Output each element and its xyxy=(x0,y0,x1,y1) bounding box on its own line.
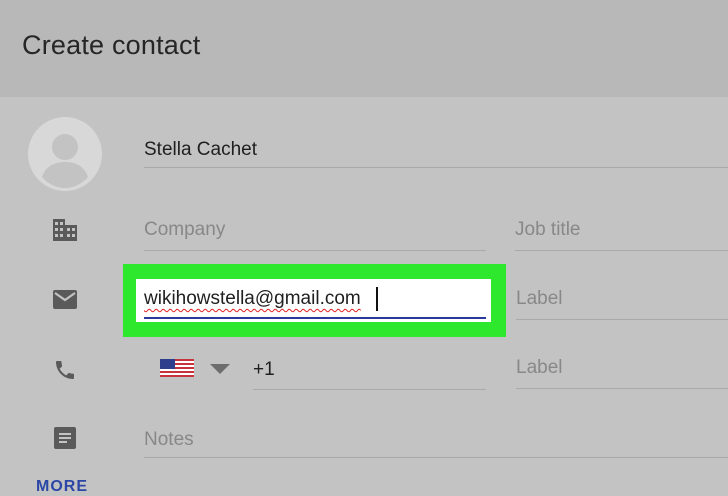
us-flag-icon xyxy=(160,359,194,382)
company-placeholder: Company xyxy=(144,219,226,240)
chevron-down-icon[interactable] xyxy=(210,363,230,381)
phone-label-underline xyxy=(516,388,728,389)
page-title: Create contact xyxy=(22,30,201,60)
email-label-placeholder: Label xyxy=(516,288,563,309)
phone-label-field[interactable]: Label xyxy=(516,355,728,389)
phone-icon xyxy=(53,358,77,387)
avatar-icon[interactable] xyxy=(28,117,102,191)
phone-field[interactable]: +1 xyxy=(253,356,486,390)
name-value: Stella Cachet xyxy=(144,139,258,160)
job-title-placeholder: Job title xyxy=(515,219,581,240)
country-selector[interactable] xyxy=(160,357,232,381)
job-title-field[interactable]: Job title xyxy=(515,217,728,251)
phone-underline xyxy=(253,389,486,390)
more-link[interactable]: MORE xyxy=(36,478,88,496)
text-cursor xyxy=(376,287,378,311)
company-underline xyxy=(144,250,486,251)
notes-underline xyxy=(144,457,728,458)
email-value: wikihowstella@gmail.com xyxy=(144,288,361,309)
email-label-field[interactable]: Label xyxy=(516,286,728,320)
notes-icon xyxy=(54,427,76,454)
building-icon xyxy=(53,219,77,246)
notes-placeholder: Notes xyxy=(144,429,194,450)
email-label-underline xyxy=(516,319,728,320)
email-focus-underline xyxy=(144,317,486,319)
notes-field[interactable]: Notes xyxy=(144,427,728,459)
phone-label-placeholder: Label xyxy=(516,357,563,378)
company-field[interactable]: Company xyxy=(144,217,486,251)
name-field[interactable]: Stella Cachet xyxy=(144,136,728,170)
job-title-underline xyxy=(515,250,728,251)
email-field[interactable]: wikihowstella@gmail.com xyxy=(136,279,491,322)
email-icon xyxy=(53,290,77,314)
header-bar: Create contact xyxy=(0,0,728,97)
phone-value: +1 xyxy=(253,359,275,380)
name-underline xyxy=(144,167,728,168)
